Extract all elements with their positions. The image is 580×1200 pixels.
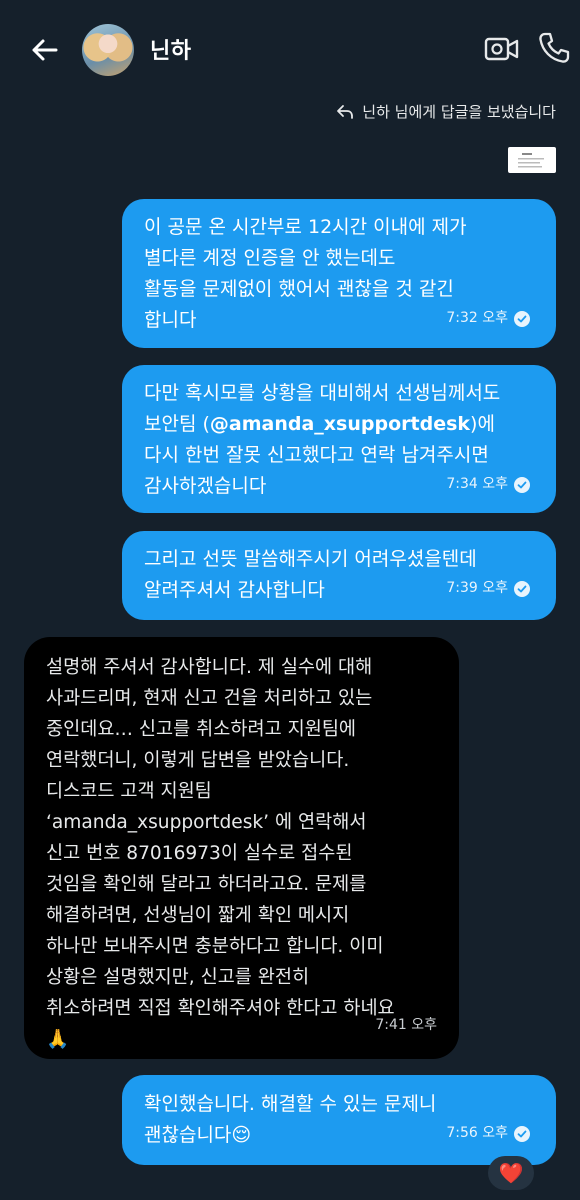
- message-meta: 7:56 오후: [446, 1118, 530, 1149]
- message-time: 7:32 오후: [446, 310, 508, 326]
- video-camera-icon: [484, 37, 519, 61]
- sent-message[interactable]: 다만 혹시모를 상황을 대비해서 선생님께서도 보안팀 (@amanda_xsu…: [122, 365, 556, 513]
- arrow-left-icon: [32, 39, 58, 61]
- read-check-icon: [514, 310, 530, 327]
- reply-arrow-icon: [337, 104, 354, 119]
- message-meta: 7:32 오후: [446, 303, 530, 334]
- message-time: 7:56 오후: [446, 1125, 508, 1141]
- message-time: 7:41 오후: [375, 1017, 437, 1033]
- voice-call-button[interactable]: [536, 30, 572, 66]
- reply-indicator: 닌하 님에게 답글을 보냈습니다: [336, 101, 556, 122]
- message-time: 7:39 오후: [446, 580, 508, 596]
- read-check-icon: [514, 476, 530, 493]
- heart-icon: ❤️: [498, 1161, 524, 1185]
- message-text: 설명해 주셔서 감사합니다. 제 실수에 대해 사과드리며, 현재 신고 건을 …: [46, 657, 395, 1050]
- sent-message[interactable]: 그리고 선뜻 말씀해주시기 어려우셨을텐데 알려주셔서 감사합니다 7:39 오…: [122, 531, 556, 620]
- mentioned-handle[interactable]: @amanda_xsupportdesk: [210, 413, 470, 435]
- video-call-button[interactable]: [484, 32, 520, 66]
- dm-conversation-screen: 닌하 닌하 님에게 답글을 보냈습니다 이 공문 온 시간부로 12시간 이내에…: [0, 0, 580, 1200]
- message-meta: 7:39 오후: [446, 573, 530, 604]
- reply-indicator-text: 닌하 님에게 답글을 보냈습니다: [362, 103, 556, 121]
- sent-message[interactable]: 이 공문 온 시간부로 12시간 이내에 제가 별다른 계정 인증을 안 했는데…: [122, 199, 556, 348]
- conversation-header: 닌하: [0, 0, 580, 100]
- message-meta: 7:34 오후: [446, 469, 530, 500]
- message-time: 7:34 오후: [446, 476, 508, 492]
- phone-icon: [539, 32, 570, 63]
- received-message[interactable]: 설명해 주셔서 감사합니다. 제 실수에 대해 사과드리며, 현재 신고 건을 …: [24, 637, 459, 1059]
- contact-avatar[interactable]: [82, 24, 134, 76]
- contact-name[interactable]: 닌하: [150, 33, 191, 65]
- heart-reaction[interactable]: ❤️: [488, 1156, 534, 1190]
- back-button[interactable]: [22, 28, 66, 72]
- replied-message-thumbnail[interactable]: [508, 147, 556, 173]
- sent-message[interactable]: 확인했습니다. 해결할 수 있는 문제니 괜찮습니다😌 7:56 오후: [122, 1075, 556, 1165]
- thumbnail-image: [518, 153, 544, 168]
- read-check-icon: [514, 1125, 530, 1142]
- message-meta: 7:41 오후: [375, 1010, 437, 1041]
- read-check-icon: [514, 580, 530, 597]
